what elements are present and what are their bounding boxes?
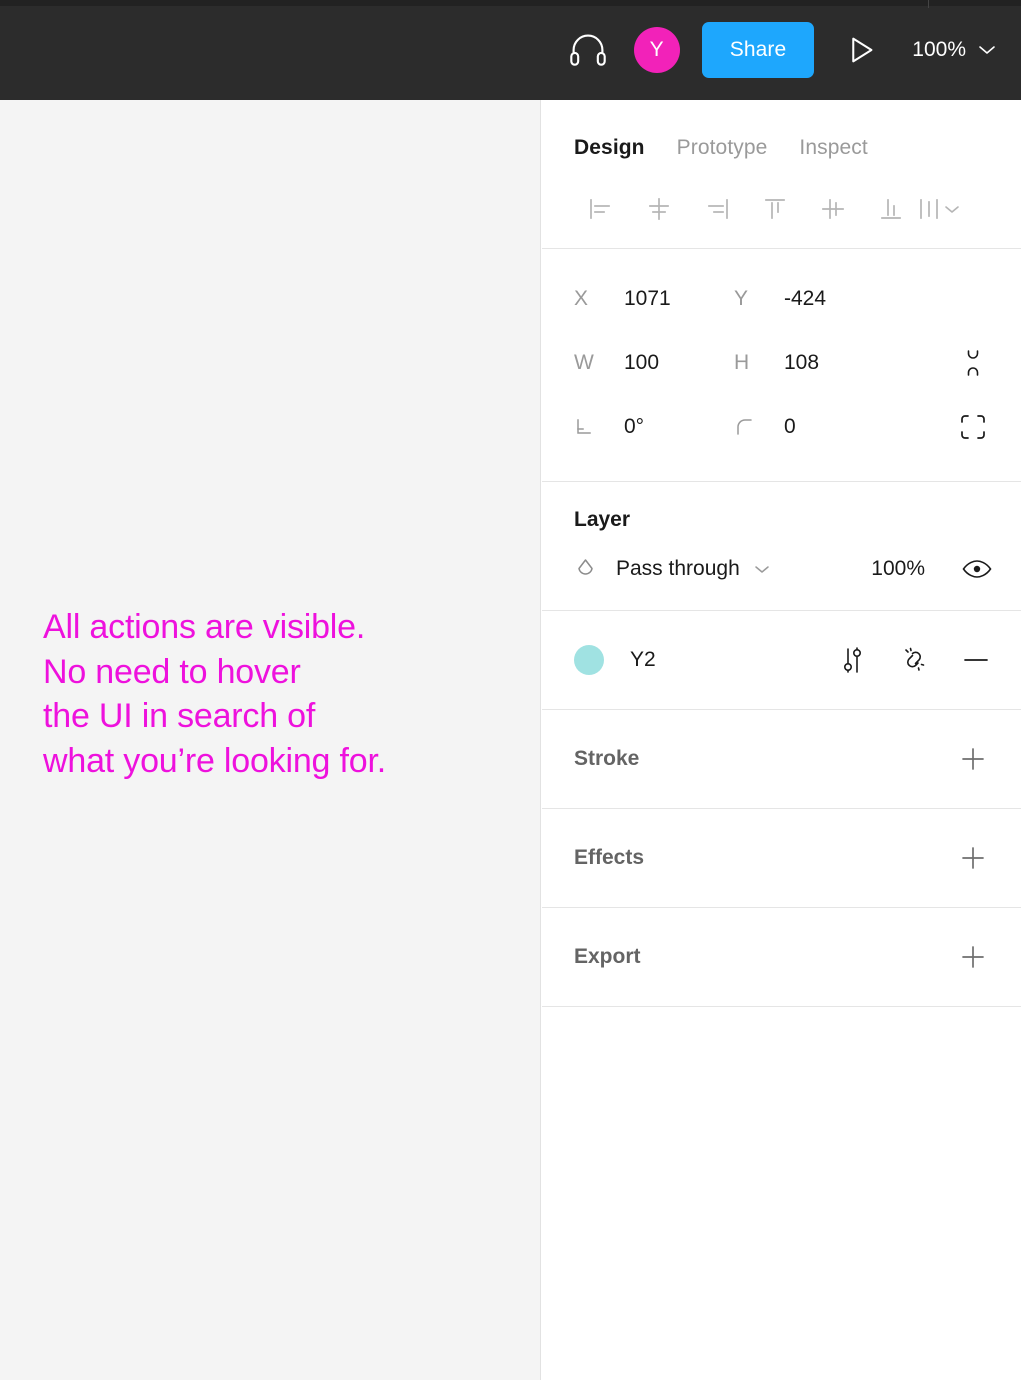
detach-style-icon[interactable]: [897, 643, 931, 677]
add-export-plus-icon[interactable]: [953, 937, 993, 977]
position-row: X 1071 Y -424: [542, 267, 1021, 331]
toolbar-right-group: Y Share 100%: [556, 22, 1021, 78]
zoom-level-label: 100%: [912, 38, 966, 61]
fill-color-swatch[interactable]: [574, 645, 604, 675]
rotation-icon: [574, 416, 624, 438]
tab-inspect[interactable]: Inspect: [799, 136, 867, 160]
x-label: X: [574, 287, 589, 310]
panel-divider: [542, 1006, 1021, 1007]
layer-section-header: Layer: [542, 508, 1021, 532]
effects-section: Effects: [542, 809, 1021, 907]
canvas-area[interactable]: All actions are visible. No need to hove…: [0, 100, 541, 1380]
add-stroke-plus-icon[interactable]: [953, 739, 993, 779]
align-vertical-centers-icon[interactable]: [804, 186, 862, 232]
chevron-down-icon: [977, 38, 997, 62]
distribute-more-chevron-icon[interactable]: [914, 194, 962, 224]
zoom-control[interactable]: 100%: [896, 38, 1003, 62]
x-input[interactable]: 1071: [624, 287, 671, 311]
h-label: H: [734, 351, 750, 374]
export-title: Export: [574, 945, 641, 968]
blend-mode-row: Pass through 100%: [542, 532, 1021, 606]
align-horizontal-centers-icon[interactable]: [630, 186, 688, 232]
y-input[interactable]: -424: [784, 287, 826, 311]
w-label: W: [574, 351, 594, 374]
chevron-down-icon[interactable]: [752, 562, 772, 576]
fill-actions: [835, 643, 993, 677]
corner-radius-icon: [734, 416, 784, 438]
y-label: Y: [734, 287, 749, 310]
fill-style-name[interactable]: Y2: [630, 648, 656, 672]
add-effect-plus-icon[interactable]: [953, 838, 993, 878]
tab-design[interactable]: Design: [574, 136, 645, 160]
proportion-unlock-icon[interactable]: [953, 343, 993, 383]
geometry-properties: X 1071 Y -424 W 100 H 108 0° 0: [542, 249, 1021, 481]
layer-section: Layer Pass through 100%: [542, 482, 1021, 610]
tune-sliders-icon[interactable]: [835, 643, 869, 677]
export-section: Export: [542, 908, 1021, 1006]
right-properties-panel: Design Prototype Inspect X 1071 Y -424 W…: [542, 100, 1021, 1380]
avatar-initial: Y: [649, 38, 664, 61]
stroke-title: Stroke: [574, 747, 640, 770]
remove-minus-icon[interactable]: [959, 643, 993, 677]
top-toolbar: Y Share 100%: [0, 0, 1021, 100]
width-input[interactable]: 100: [624, 351, 659, 375]
figma-editor-window: Y Share 100% All actions are visible. No…: [0, 0, 1021, 1380]
blend-mode-value[interactable]: Pass through: [616, 557, 740, 581]
layer-opacity-input[interactable]: 100%: [871, 557, 925, 581]
canvas-note-text: All actions are visible. No need to hove…: [43, 608, 386, 780]
height-input[interactable]: 108: [784, 351, 819, 375]
eye-icon[interactable]: [961, 557, 993, 581]
align-right-icon[interactable]: [688, 186, 746, 232]
blend-mode-icon: [574, 556, 616, 582]
avatar[interactable]: Y: [633, 27, 680, 73]
panel-tabs: Design Prototype Inspect: [542, 100, 1021, 170]
size-row: W 100 H 108: [542, 331, 1021, 395]
alignment-toolbar: [542, 170, 1021, 248]
toolbar-divider-tick: [928, 0, 929, 8]
stroke-section: Stroke: [542, 710, 1021, 808]
align-bottom-icon[interactable]: [862, 186, 920, 232]
share-button[interactable]: Share: [701, 22, 815, 78]
align-top-icon[interactable]: [746, 186, 804, 232]
toolbar-top-edge: [0, 0, 1021, 6]
play-icon[interactable]: [828, 24, 896, 76]
corner-radius-input[interactable]: 0: [784, 415, 796, 439]
headphones-icon[interactable]: [556, 24, 620, 76]
layer-title: Layer: [574, 508, 631, 531]
fill-style-row: Y2: [542, 611, 1021, 709]
tab-prototype[interactable]: Prototype: [677, 136, 768, 160]
align-left-icon[interactable]: [572, 186, 630, 232]
rotation-input[interactable]: 0°: [624, 415, 644, 439]
rotation-radius-row: 0° 0: [542, 395, 1021, 459]
independent-corners-icon[interactable]: [953, 407, 993, 447]
effects-title: Effects: [574, 846, 645, 869]
